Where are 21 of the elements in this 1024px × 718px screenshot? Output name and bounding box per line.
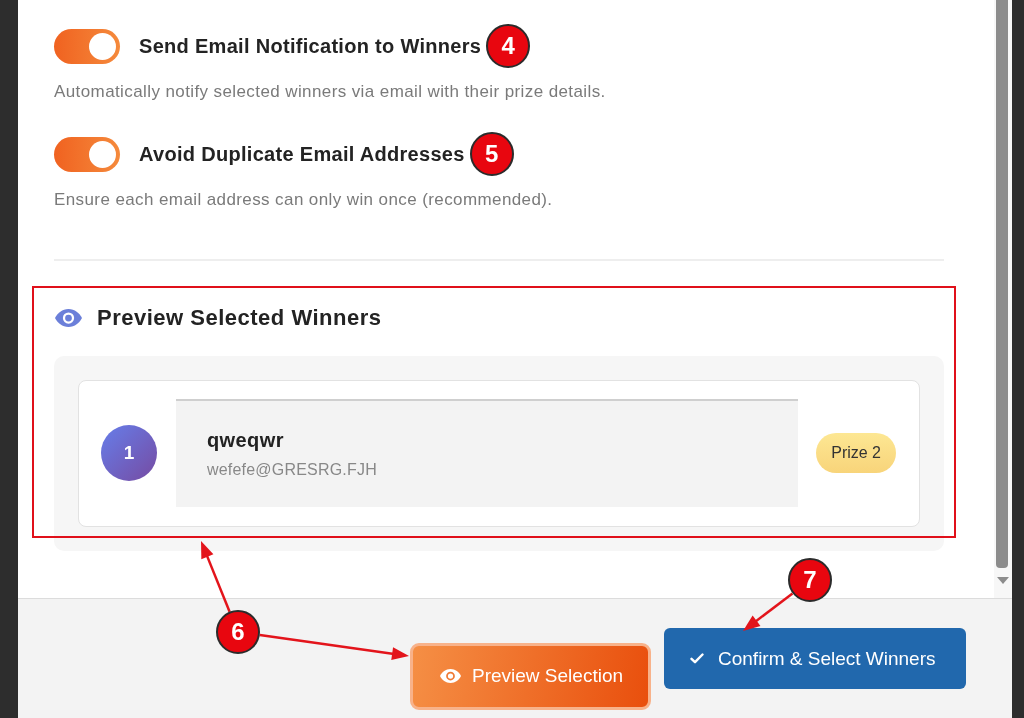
- setting-description: Automatically notify selected winners via email with their prize details.: [54, 81, 607, 103]
- eye-icon: [55, 309, 82, 327]
- preview-button[interactable]: Preview Selection: [410, 642, 651, 710]
- setting-label: Avoid Duplicate Email Addresses: [139, 142, 465, 166]
- winner-email: wefefe@GRESRG.FJH: [207, 460, 377, 480]
- callout-number: 4: [486, 24, 531, 68]
- confirm-button[interactable]: Confirm & Select Winners: [664, 628, 966, 689]
- toggle-switch[interactable]: [54, 28, 120, 64]
- scrollbar[interactable]: [994, 0, 1012, 598]
- section-title: Preview Selected Winners: [97, 305, 382, 331]
- callout-number: 5: [469, 132, 514, 176]
- rank-badge: 1: [101, 425, 157, 481]
- toggle-switch[interactable]: [54, 136, 120, 172]
- callout-arrow: [201, 541, 231, 613]
- prize-tag: Prize 2: [816, 433, 896, 473]
- check-icon: [690, 653, 704, 664]
- winner-name: qweqwr: [207, 428, 284, 452]
- callout-arrow: [743, 592, 794, 631]
- eye-icon: [440, 669, 461, 683]
- setting-label: Send Email Notification to Winners: [139, 34, 482, 58]
- setting-description: Ensure each email address can only win once (recommended).: [54, 189, 554, 211]
